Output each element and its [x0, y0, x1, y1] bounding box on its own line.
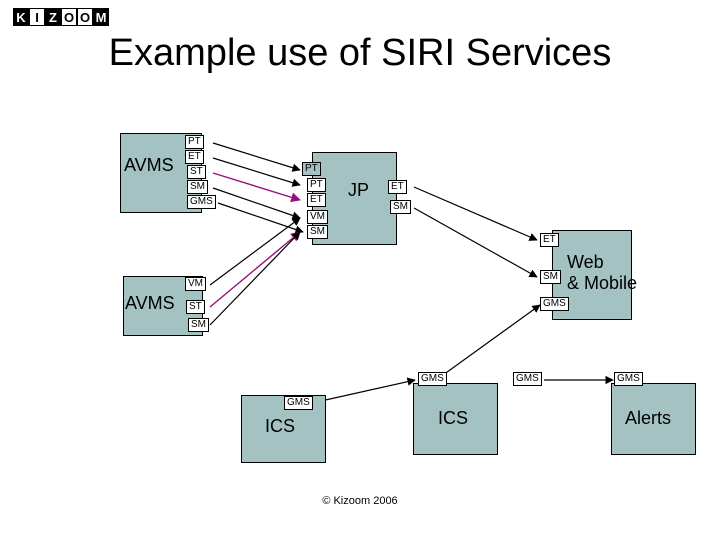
node-avms2-label: AVMS	[125, 293, 175, 314]
port-sm: SM	[540, 270, 561, 284]
logo-letter: M	[93, 8, 109, 26]
port-st: ST	[187, 165, 206, 179]
port-sm: SM	[390, 200, 411, 214]
port-st: ST	[186, 300, 205, 314]
logo-letter: Z	[45, 8, 61, 26]
port-et: ET	[307, 193, 326, 207]
port-pt: PT	[185, 135, 204, 149]
port-pt: PT	[302, 162, 321, 176]
node-ics1-label: ICS	[265, 416, 295, 437]
port-pt: PT	[307, 178, 326, 192]
logo-letter: K	[13, 8, 29, 26]
node-ics2-label: ICS	[438, 408, 468, 429]
copyright-footer: © Kizoom 2006	[0, 495, 720, 507]
node-alerts-label: Alerts	[625, 408, 671, 429]
logo-letter: O	[77, 8, 93, 26]
port-gms: GMS	[513, 372, 542, 386]
port-et: ET	[185, 150, 204, 164]
port-gms: GMS	[614, 372, 643, 386]
node-web-label: Web & Mobile	[567, 252, 637, 294]
node-avms1-label: AVMS	[124, 155, 174, 176]
port-gms: GMS	[418, 372, 447, 386]
node-jp-label: JP	[348, 180, 369, 201]
port-gms: GMS	[187, 195, 216, 209]
page-title: Example use of SIRI Services	[0, 32, 720, 75]
port-et: ET	[388, 180, 407, 194]
node-web-label-text: Web & Mobile	[567, 252, 637, 293]
port-gms: GMS	[540, 297, 569, 311]
port-vm: VM	[307, 210, 328, 224]
port-sm: SM	[307, 225, 328, 239]
port-sm: SM	[188, 318, 209, 332]
port-sm: SM	[187, 180, 208, 194]
port-vm: VM	[185, 277, 206, 291]
kizoom-logo: K I Z O O M	[13, 8, 109, 26]
logo-letter: I	[29, 8, 45, 26]
port-et: ET	[540, 233, 559, 247]
logo-letter: O	[61, 8, 77, 26]
port-gms: GMS	[284, 396, 313, 410]
